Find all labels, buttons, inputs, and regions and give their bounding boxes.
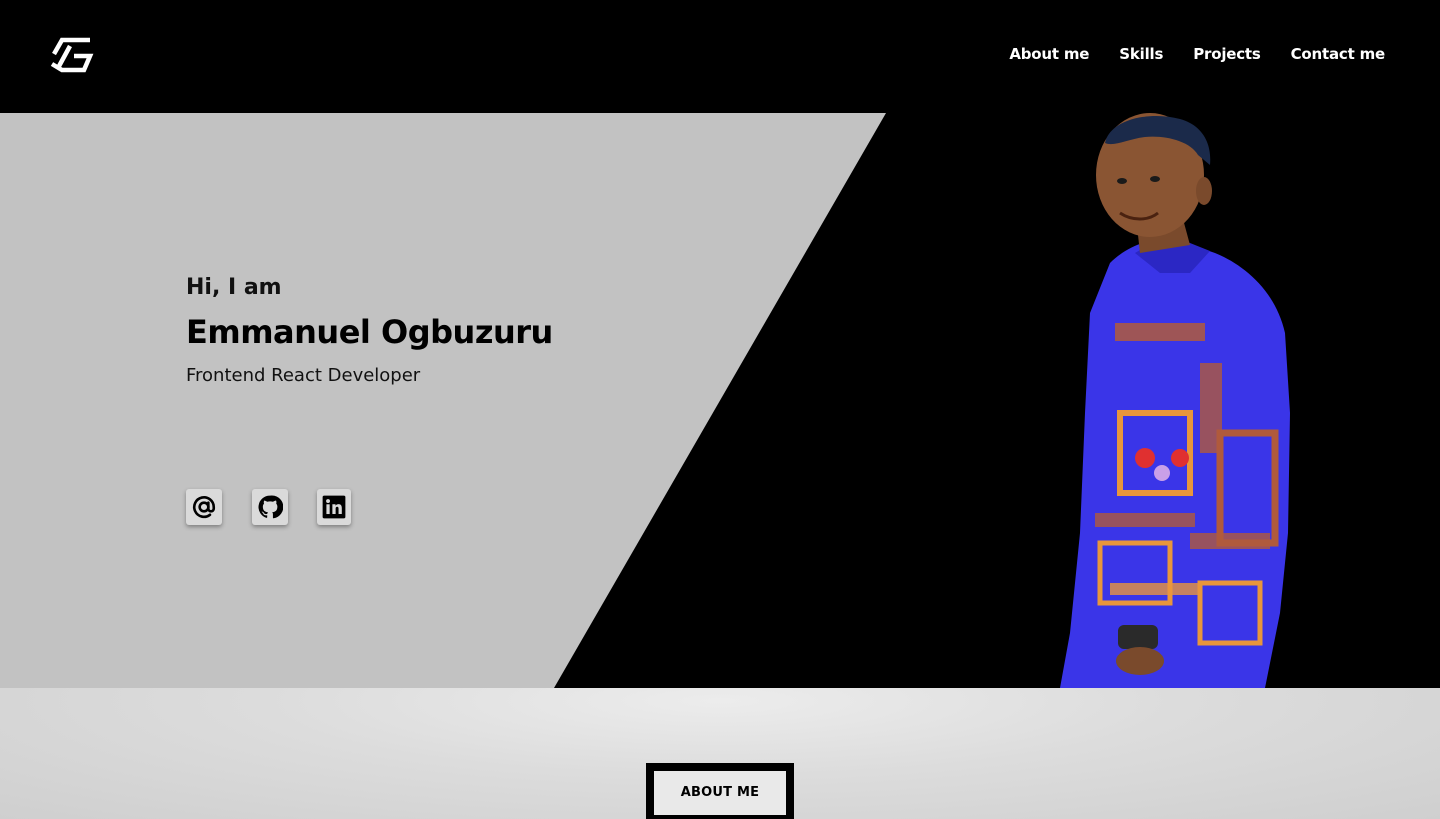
linkedin-icon [322, 495, 346, 519]
github-icon [258, 495, 283, 519]
nav-contact-me[interactable]: Contact me [1291, 45, 1386, 63]
hero-greeting: Hi, I am [186, 275, 282, 300]
hero-section: Hi, I am Emmanuel Ogbuzuru Frontend Reac… [0, 113, 1440, 688]
profile-photo [1060, 113, 1290, 688]
about-section: ABOUT ME [0, 688, 1440, 819]
email-link[interactable] [186, 489, 222, 525]
nav-about-me[interactable]: About me [1009, 45, 1089, 63]
github-link[interactable] [252, 489, 288, 525]
about-me-button-label: ABOUT ME [654, 771, 786, 815]
nav-skills[interactable]: Skills [1119, 45, 1163, 63]
tg-monogram-logo[interactable] [48, 34, 94, 76]
main-nav: About me Skills Projects Contact me [1009, 45, 1385, 63]
hero-name: Emmanuel Ogbuzuru [186, 313, 553, 351]
portfolio-page: About me Skills Projects Contact me Hi, … [0, 0, 1440, 819]
linkedin-link[interactable] [317, 489, 351, 525]
at-sign-icon [192, 496, 216, 519]
nav-projects[interactable]: Projects [1193, 45, 1261, 63]
hero-role: Frontend React Developer [186, 365, 421, 386]
site-header: About me Skills Projects Contact me [0, 0, 1440, 113]
about-me-button[interactable]: ABOUT ME [646, 763, 794, 819]
